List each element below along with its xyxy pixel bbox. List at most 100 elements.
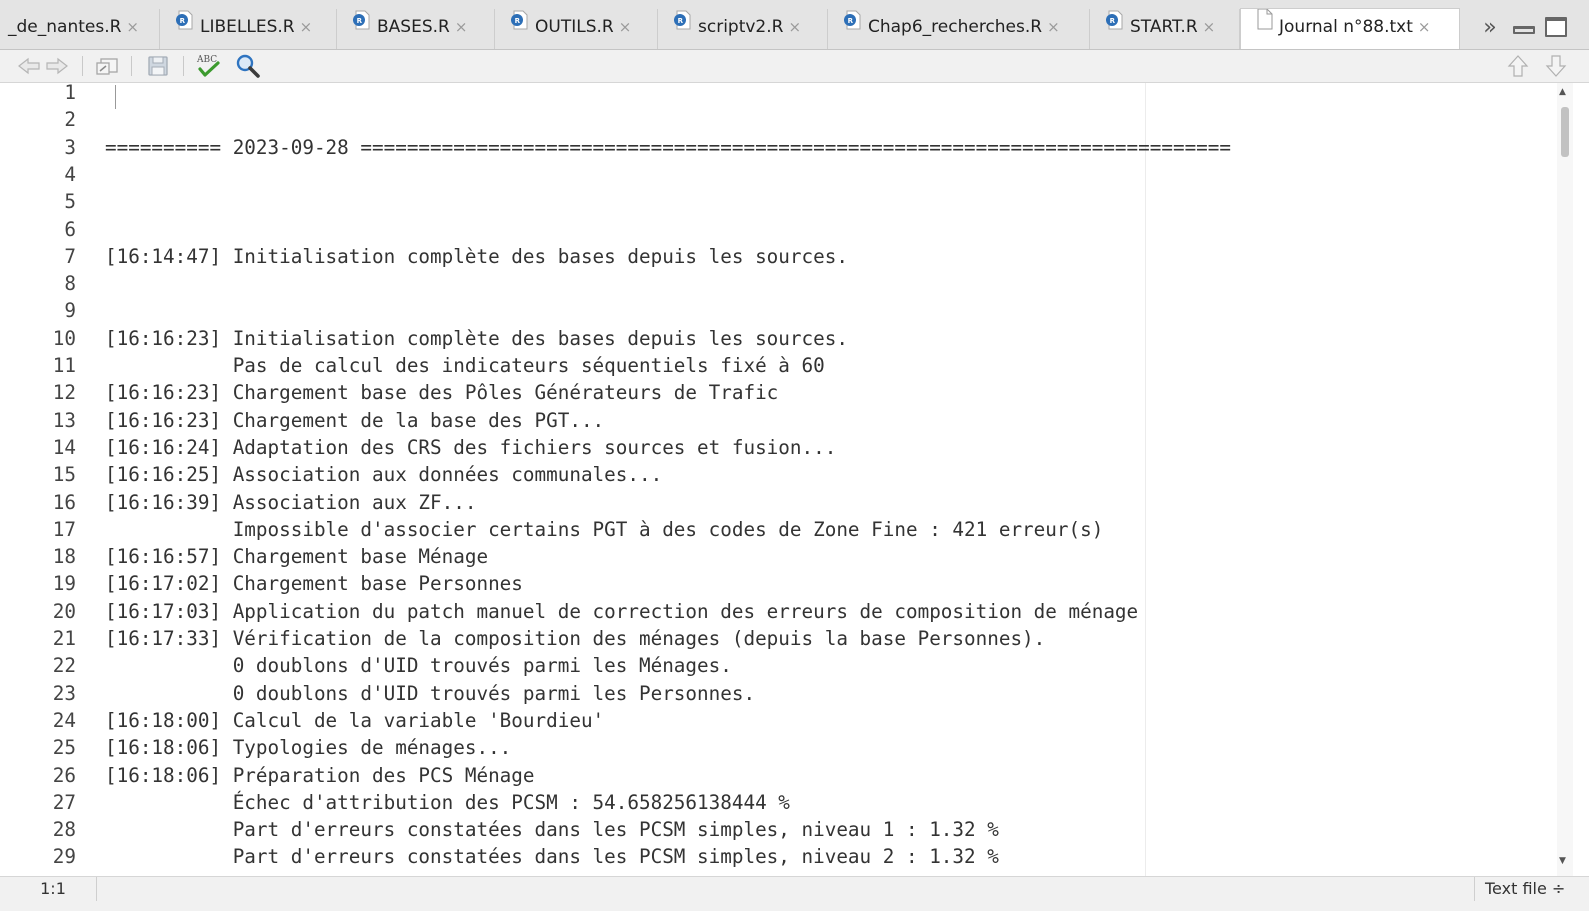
file-type-selector[interactable]: Text file ÷ xyxy=(1474,877,1589,901)
tab-outils-r[interactable]: R OUTILS.R × xyxy=(495,9,658,49)
show-in-window-icon[interactable] xyxy=(93,53,121,79)
text-file-icon xyxy=(1256,9,1274,43)
close-tab-icon[interactable]: × xyxy=(300,18,313,36)
editor-line: 18 [16:16:57] Chargement base Ménage xyxy=(10,543,1550,570)
line-text: [16:17:33] Vérification de la compositio… xyxy=(105,627,1046,650)
scroll-down-arrow-icon[interactable]: ▼ xyxy=(1559,856,1566,866)
editor-line: 27 Échec d'attribution des PCSM : 54.658… xyxy=(10,789,1550,816)
line-number: 26 xyxy=(52,763,76,787)
line-number: 25 xyxy=(52,736,76,760)
close-tab-icon[interactable]: × xyxy=(619,18,632,36)
tab-bar: _de_nantes.R × R LIBELLES.R × R BASES.R × R OUTIL… xyxy=(0,0,1589,50)
toolbar-separator xyxy=(183,56,184,76)
line-number: 12 xyxy=(52,381,76,405)
cursor-position[interactable]: 1:1 xyxy=(10,877,97,901)
line-text: Pas de calcul des indicateurs séquentiel… xyxy=(105,354,825,377)
tab-start-r[interactable]: R START.R × xyxy=(1090,9,1240,49)
save-icon[interactable] xyxy=(145,53,171,79)
line-number: 2 xyxy=(64,108,76,132)
line-number: 18 xyxy=(52,545,76,569)
line-number: 16 xyxy=(52,490,76,514)
tab-label: _de_nantes.R xyxy=(8,17,122,37)
line-text: [16:16:23] Chargement base des Pôles Gén… xyxy=(105,381,779,405)
line-text: Part d'erreurs constatées dans les PCSM … xyxy=(105,818,999,842)
r-script-file-icon: R xyxy=(510,9,530,43)
tab-journal-n-88-txt[interactable]: Journal n°88.txt × xyxy=(1240,8,1460,49)
line-text: [16:16:24] Adaptation des CRS des fichie… xyxy=(105,435,837,459)
line-number: 4 xyxy=(64,162,76,186)
editor-line: 17 Impossible d'associer certains PGT à … xyxy=(10,516,1550,543)
line-number: 11 xyxy=(52,354,76,377)
search-icon[interactable] xyxy=(234,53,262,79)
spellcheck-icon[interactable]: ABC xyxy=(193,53,225,79)
editor-line: 4 xyxy=(10,161,1550,188)
editor-toolbar: ABC xyxy=(0,50,1589,83)
line-text: [16:17:02] Chargement base Personnes xyxy=(105,572,523,596)
line-text: [16:16:57] Chargement base Ménage xyxy=(105,545,489,569)
line-number: 10 xyxy=(52,326,76,350)
back-arrow-icon[interactable] xyxy=(16,53,42,79)
vertical-scrollbar[interactable]: ▲ ▼ xyxy=(1557,83,1573,876)
editor-line: 12 [16:16:23] Chargement base des Pôles G… xyxy=(10,379,1550,406)
text-editor[interactable]: 1 2 3 ========== 2023-09-28 ===============… xyxy=(10,83,1557,876)
close-tab-icon[interactable]: × xyxy=(126,18,139,36)
tab-label: Journal n°88.txt xyxy=(1279,17,1413,37)
tab-chap6-recherches-r[interactable]: R Chap6_recherches.R × xyxy=(828,9,1090,49)
go-down-icon[interactable] xyxy=(1543,53,1569,79)
tab-label: Chap6_recherches.R xyxy=(868,17,1043,37)
editor-line: 3 ========== 2023-09-28 =================… xyxy=(10,134,1550,161)
editor-line: 5 xyxy=(10,188,1550,215)
close-tab-icon[interactable]: × xyxy=(1047,18,1060,36)
svg-text:R: R xyxy=(357,17,363,25)
editor-line: 23 0 doublons d'UID trouvés parmi les Pe… xyxy=(10,680,1550,707)
close-tab-icon[interactable]: × xyxy=(1203,18,1216,36)
line-text: Échec d'attribution des PCSM : 54.658256… xyxy=(105,790,790,814)
tab-label: LIBELLES.R xyxy=(200,17,295,37)
tab-de-nantes-r[interactable]: _de_nantes.R × xyxy=(0,9,160,49)
line-text: [16:18:06] Typologies de ménages... xyxy=(105,736,512,760)
tab-scriptv2-r[interactable]: Rscriptv2.R × xyxy=(658,9,828,49)
go-up-icon[interactable] xyxy=(1505,53,1531,79)
close-tab-icon[interactable]: × xyxy=(455,18,468,36)
line-number: 1 xyxy=(64,83,76,104)
line-number: 6 xyxy=(64,217,76,241)
r-script-file-icon: R xyxy=(673,9,693,43)
line-number: 17 xyxy=(52,517,76,541)
close-tab-icon[interactable]: × xyxy=(1418,18,1431,36)
svg-text:R: R xyxy=(180,17,186,25)
editor-line: 7 [16:14:47] Initialisation complète des … xyxy=(10,243,1550,270)
tab-bases-r[interactable]: R BASES.R × xyxy=(337,9,495,49)
line-number: 22 xyxy=(52,654,76,678)
line-text: [16:16:23] Initialisation complète des b… xyxy=(105,326,848,350)
editor-line: 1 xyxy=(10,83,1550,106)
line-number: 3 xyxy=(64,135,76,159)
toolbar-separator xyxy=(131,56,132,76)
tab-overflow-button[interactable]: » xyxy=(1476,14,1504,42)
line-number: 28 xyxy=(52,818,76,842)
editor-line: 15 [16:16:25] Association aux données com… xyxy=(10,461,1550,488)
forward-arrow-icon[interactable] xyxy=(44,53,70,79)
line-number: 20 xyxy=(52,599,76,623)
editor-line: 16 [16:16:39] Association aux ZF... xyxy=(10,489,1550,516)
editor-line: 14 [16:16:24] Adaptation des CRS des fich… xyxy=(10,434,1550,461)
line-text: [16:16:23] Chargement de la base des PGT… xyxy=(105,408,605,432)
editor-line: 8 xyxy=(10,270,1550,297)
toolbar-separator xyxy=(82,56,83,76)
svg-text:R: R xyxy=(848,17,854,25)
tab-label: BASES.R xyxy=(377,17,450,37)
scrollbar-thumb[interactable] xyxy=(1561,107,1569,157)
line-text: [16:16:39] Association aux ZF... xyxy=(105,490,477,514)
line-number: 23 xyxy=(52,681,76,705)
line-text: ========== 2023-09-28 ==================… xyxy=(105,135,1232,159)
line-text: [16:17:03] Application du patch manuel d… xyxy=(105,599,1139,623)
minimize-pane-button[interactable] xyxy=(1513,26,1535,34)
tab-label: START.R xyxy=(1130,17,1198,37)
r-script-file-icon: R xyxy=(352,9,372,43)
close-tab-icon[interactable]: × xyxy=(788,18,801,36)
svg-text:R: R xyxy=(515,17,521,25)
scroll-up-arrow-icon[interactable]: ▲ xyxy=(1559,87,1566,97)
svg-text:R: R xyxy=(1110,17,1116,25)
tab-libelles-r[interactable]: R LIBELLES.R × xyxy=(160,9,337,49)
maximize-pane-button[interactable] xyxy=(1545,17,1567,37)
line-text: [16:16:25] Association aux données commu… xyxy=(105,463,663,487)
